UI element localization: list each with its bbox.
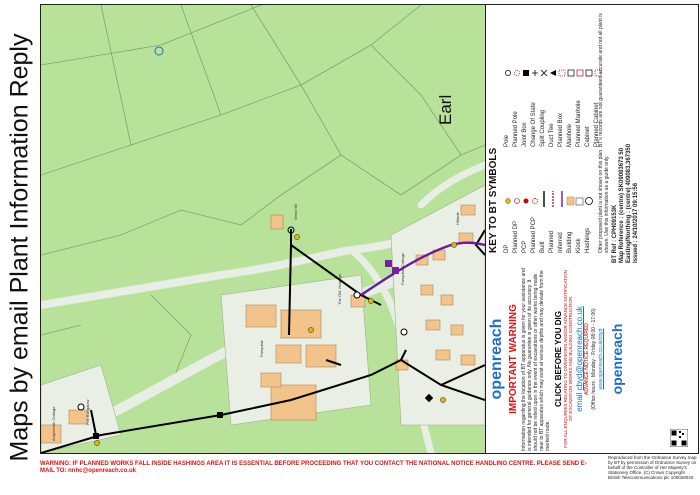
warning-text: Information regarding the location of BT… [521,268,551,451]
office-hours: (Office hours : Monday - Friday 08:00 - … [591,308,597,410]
title-strip: Maps by email Plant Information Reply [0,0,40,495]
joint-box-marker [93,433,99,439]
symbol-label: Planned Manhole [576,100,582,147]
map-label: Ampleforth Cottage [51,406,56,441]
warning-block: openreach IMPORTANT WARNING Information … [488,267,696,451]
planned-manhole-icon [576,69,584,77]
symbol-label: Kiosk [576,238,582,253]
symbol-label: DP [504,244,510,253]
symbol-label: PCP [522,240,528,253]
key-title: KEY TO BT SYMBOLS [488,147,499,253]
click-subtext: FOR ALL ENQUIRIES RELATING TO DIVERSIONS… [563,270,573,448]
symbol-label: Manhole [567,123,573,147]
building-icon [566,196,575,206]
dashed-circle-icon [514,70,520,76]
symbol-label: Planned PCP [531,216,537,253]
planned-dp-icon [514,198,520,204]
pcp-icon [523,198,529,204]
email-link[interactable]: cbyd@openreach.co.uk [575,306,584,390]
dashed-square-icon [558,69,566,77]
brand-logo: openreach [609,323,625,395]
triangle-icon [550,70,556,76]
symbol-label: Split Coupling [540,109,546,147]
pole-marker [400,328,408,336]
cabinet-icon [585,69,593,77]
plan-sheet: Maps by email Plant Information Reply Ea… [0,0,700,495]
map-label: Hillside [455,211,460,225]
dp-marker [294,234,300,240]
planned-pcp-icon [532,198,538,204]
symbol-label: Planned [549,230,555,253]
footer: Reproduced from the Ordnance Survey map … [40,453,698,493]
brand-logo-top: openreach [488,318,505,400]
circle-icon [505,70,511,76]
symbol-label: Planned DP [513,220,519,253]
dp-marker [368,298,374,304]
map-panel[interactable]: Earl Farrydale The Old Vicarage Farrydal… [40,4,486,454]
map-label: The Old Vicarage [337,273,342,305]
page-title: Maps by email Plant Information Reply [5,33,34,462]
cabinet-marker [385,260,392,267]
symbol-label: Joint Box [522,122,528,147]
map-canvas[interactable]: Earl Farrydale The Old Vicarage Farrydal… [41,5,485,453]
easting-northing: Easting/Northing : (centre) 409083,36735… [626,143,632,263]
symbol-label: Building [567,231,573,253]
legend-rotated: KEY TO BT SYMBOLS DP Planned DP PCP Plan… [486,5,698,453]
dp-marker [94,440,100,446]
email-label: email [575,392,584,412]
email-line[interactable]: email cbyd@openreach.co.uk [575,267,584,451]
kiosk-icon [575,197,584,206]
bottom-warning: WARNING: IF PLANNED WORKS FALL INSIDE HA… [40,461,587,474]
map-reference: Map Reference : (centre) SK09083673 50 [619,147,625,263]
qr-code-icon [670,429,688,447]
bt-ref: BT Ref : CPH09153K [612,204,618,263]
symbol-label: Built [540,241,546,253]
map-label: Farrydale [259,339,264,357]
pole-marker [353,291,361,299]
legend-note: Other proposed plant is not shown on thi… [598,13,610,253]
x-icon [540,69,548,77]
plus-icon [532,70,538,76]
legend-panel: KEY TO BT SYMBOLS DP Planned DP PCP Plan… [485,4,699,454]
symbol-label: Change Of State [531,102,537,147]
map-label: Fox Bungalow [85,400,90,425]
map-label: West Hill [293,204,298,220]
dp-marker [308,327,314,333]
symbol-label: Duct Tee [549,123,555,147]
symbol-label: Planned Pole [513,111,519,147]
symbol-label: Inferred [558,232,564,253]
symbols-col-b-icons [505,69,602,77]
dp-icon [505,198,511,204]
click-before-dig: CLICK BEFORE YOU DIG [554,311,563,407]
cabinet-marker [392,267,399,274]
place-label: Earl [436,95,455,125]
symbol-label: Cabinet [585,126,591,147]
advance-notice: ADVANCE NOTICE REQUIRED [584,323,590,395]
copyright-text: Reproduced from the Ordnance Survey map … [608,455,697,480]
filled-square-icon [523,70,529,76]
website-link[interactable]: www.openreach.co.uk/cbyd [598,267,605,451]
dp-marker [440,397,446,403]
warning-title: IMPORTANT WARNING [508,304,519,414]
hashing-icon [585,197,593,205]
issued-date: Issued : 24/10/2017 09:15:56 [633,182,639,263]
ref-block: BT Ref : CPH09153K Map Reference : (cent… [612,8,696,263]
map-label: Farrydale Cottage [400,252,405,285]
joint-box-marker [217,412,223,418]
symbol-label: Pole [504,134,510,147]
symbol-label: Planned Box [558,112,564,147]
dp-marker [451,242,457,248]
pole-marker [77,403,85,411]
manhole-icon [567,69,575,77]
symbols-col-a-icons [505,191,593,207]
symbol-label: Hashings [585,227,591,253]
